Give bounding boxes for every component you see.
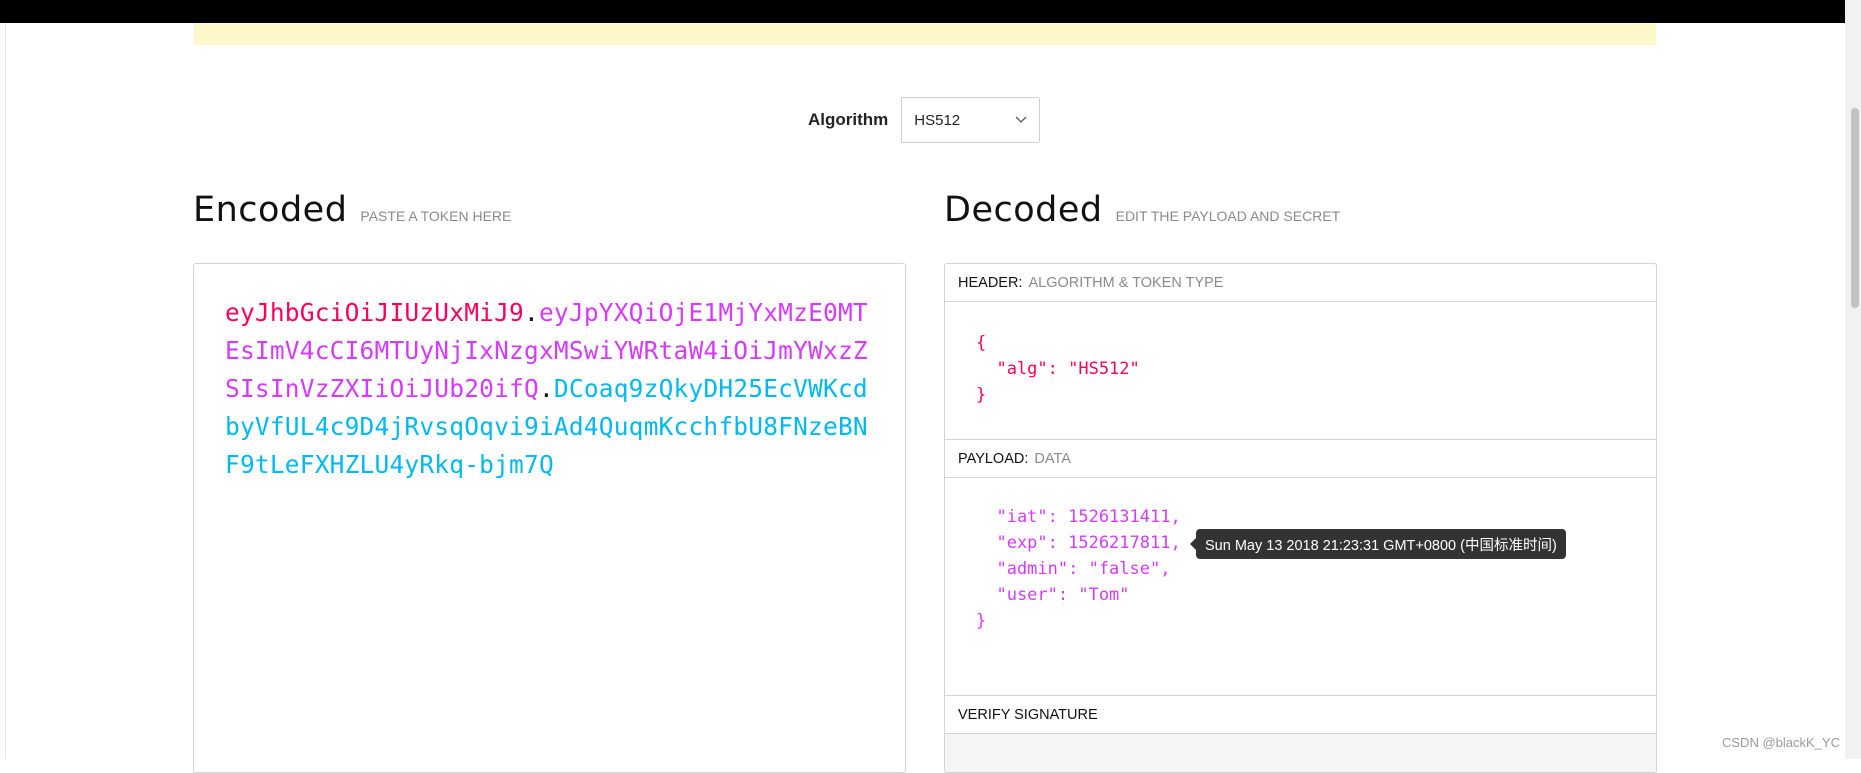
scrollbar-thumb[interactable] (1851, 108, 1859, 308)
encoded-subtitle: PASTE A TOKEN HERE (360, 208, 512, 224)
header-json-alg: "alg": "HS512" (976, 359, 1140, 379)
header-json-close: } (976, 385, 987, 405)
header-section-sublabel: ALGORITHM & TOKEN TYPE (1028, 274, 1224, 291)
decoded-panel: HEADER: ALGORITHM & TOKEN TYPE { "alg": … (944, 263, 1657, 773)
token-header-part: eyJhbGciOiJIUzUxMiJ9 (225, 298, 525, 327)
verify-section-label: VERIFY SIGNATURE (958, 706, 1098, 723)
chevron-down-icon (1015, 116, 1027, 123)
verify-signature-body (945, 734, 1656, 772)
decoded-heading: Decoded EDIT THE PAYLOAD AND SECRET (944, 190, 1340, 230)
header-json-editor[interactable]: { "alg": "HS512"} (945, 302, 1656, 440)
encoded-token-editor[interactable]: eyJhbGciOiJIUzUxMiJ9.eyJpYXQiOjE1MjYxMzE… (193, 263, 906, 773)
algorithm-select[interactable]: HS512 (901, 97, 1041, 143)
top-bar (0, 0, 1845, 23)
header-section-bar: HEADER: ALGORITHM & TOKEN TYPE (945, 264, 1656, 302)
header-json-open: { (976, 333, 987, 353)
payload-json-iat: "iat": 1526131411, (976, 507, 1181, 527)
notice-banner (194, 23, 1656, 45)
payload-json-editor[interactable]: "iat": 1526131411, "exp": 1526217811, "a… (945, 478, 1656, 696)
algorithm-label: Algorithm (808, 110, 889, 129)
token-dot-1: . (524, 298, 539, 327)
payload-json-admin: "admin": "false", (976, 559, 1171, 579)
verify-section-bar: VERIFY SIGNATURE (945, 696, 1656, 734)
header-section-label: HEADER: (958, 274, 1023, 291)
payload-section-bar: PAYLOAD: DATA (945, 440, 1656, 478)
timestamp-tooltip: Sun May 13 2018 21:23:31 GMT+0800 (中国标准时… (1190, 529, 1566, 559)
algorithm-control: Algorithm HS512 (808, 96, 1041, 144)
algorithm-selected-value: HS512 (914, 111, 961, 129)
decoded-subtitle: EDIT THE PAYLOAD AND SECRET (1115, 208, 1341, 224)
decoded-title: Decoded (944, 190, 1103, 230)
payload-section-label: PAYLOAD: (958, 450, 1029, 467)
encoded-heading: Encoded PASTE A TOKEN HERE (193, 190, 511, 230)
watermark: CSDN @blackK_YC (1722, 735, 1840, 750)
page-edge (5, 23, 6, 759)
payload-json-close: } (976, 611, 987, 631)
token-dot-2: . (538, 374, 554, 403)
encoded-title: Encoded (193, 190, 348, 230)
payload-json-user: "user": "Tom" (976, 585, 1130, 605)
payload-section-sublabel: DATA (1034, 450, 1071, 467)
